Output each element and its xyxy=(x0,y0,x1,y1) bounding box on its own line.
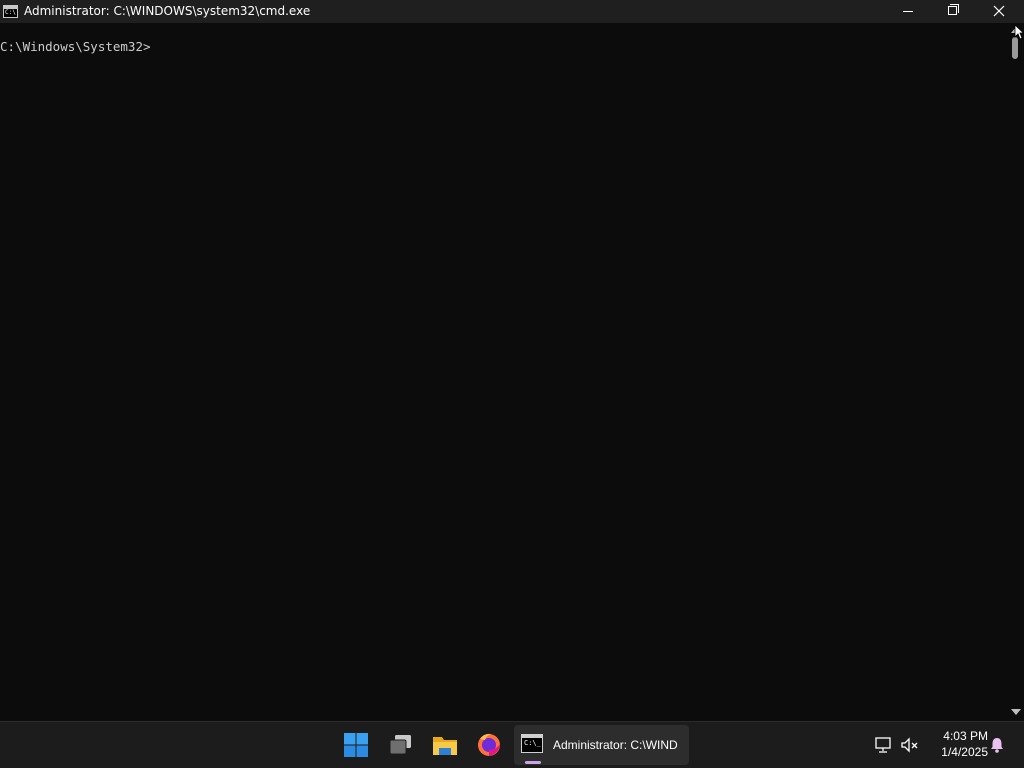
command-prompt[interactable]: C:\Windows\System32> xyxy=(0,40,151,54)
window-title: Administrator: C:\WINDOWS\system32\cmd.e… xyxy=(24,4,311,18)
vertical-scrollbar[interactable] xyxy=(1007,23,1024,721)
clock-date: 1/4/2025 xyxy=(941,745,988,759)
start-button[interactable] xyxy=(341,730,371,760)
file-explorer-icon xyxy=(433,737,457,755)
cmd-app-icon[interactable]: C:\ xyxy=(3,5,18,18)
scroll-thumb[interactable] xyxy=(1012,37,1018,59)
file-explorer-button[interactable] xyxy=(430,730,460,760)
minimize-button[interactable] xyxy=(885,0,931,23)
cmd-task-icon-text: C:\_ xyxy=(524,739,541,747)
scroll-down-arrow-icon[interactable] xyxy=(1011,709,1021,715)
taskbar: C:\_ Administrator: C:\WIND 4:03 PM 1/4/… xyxy=(0,721,1024,768)
cmd-task-icon: C:\_ xyxy=(521,734,543,753)
mouse-cursor-icon xyxy=(1014,24,1024,40)
firefox-button[interactable] xyxy=(474,730,504,760)
close-icon xyxy=(993,5,1005,17)
taskbar-cmd-label: Administrator: C:\WIND xyxy=(553,738,678,752)
restore-icon xyxy=(948,6,957,15)
close-button[interactable] xyxy=(976,0,1022,23)
volume-muted-icon xyxy=(901,737,918,753)
task-view-icon xyxy=(389,735,411,755)
restore-button[interactable] xyxy=(930,0,976,23)
system-clock[interactable]: 4:03 PM 1/4/2025 xyxy=(926,728,988,760)
network-icon xyxy=(875,737,891,753)
volume-button[interactable] xyxy=(900,736,920,754)
minimize-icon xyxy=(903,11,913,12)
task-view-button[interactable] xyxy=(386,730,416,760)
taskbar-cmd-task[interactable]: C:\_ Administrator: C:\WIND xyxy=(514,725,689,765)
title-bar[interactable]: C:\ Administrator: C:\WINDOWS\system32\c… xyxy=(0,0,1024,23)
windows-start-icon xyxy=(344,733,368,757)
active-task-indicator xyxy=(525,761,541,764)
firefox-icon xyxy=(478,733,500,756)
clock-time: 4:03 PM xyxy=(943,729,988,743)
cmd-window: C:\ Administrator: C:\WINDOWS\system32\c… xyxy=(0,0,1024,721)
notifications-button[interactable] xyxy=(988,736,1006,754)
bell-icon xyxy=(991,738,1003,753)
cmd-app-icon-text: C:\ xyxy=(5,9,16,16)
console-output[interactable]: C:\Windows\System32> xyxy=(0,23,1007,721)
network-button[interactable] xyxy=(874,736,894,754)
